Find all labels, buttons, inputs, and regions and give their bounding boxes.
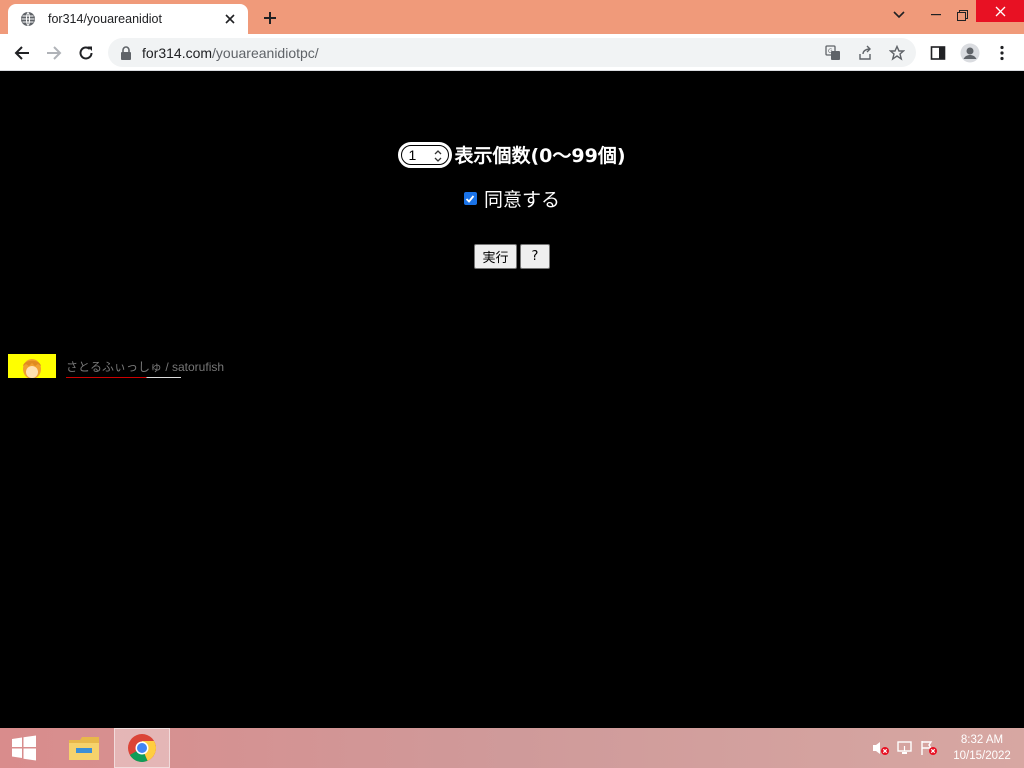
minimize-button[interactable] [924, 0, 948, 30]
svg-text:G: G [828, 48, 833, 55]
menu-kebab-icon[interactable] [988, 39, 1016, 67]
windows-start-icon[interactable] [0, 728, 48, 768]
profile-avatar[interactable] [956, 39, 984, 67]
count-value: 1 [408, 146, 417, 163]
button-row: 実行 ? [0, 244, 1024, 269]
agree-checkbox[interactable] [463, 192, 477, 205]
browser-tab[interactable]: for314/youareanidiot [8, 4, 248, 34]
chrome-taskbar-icon[interactable] [114, 728, 170, 768]
taskbar-clock[interactable]: 8:32 AM 10/15/2022 [944, 732, 1020, 764]
action-center-flag-icon[interactable] [920, 740, 938, 756]
volume-muted-icon[interactable] [872, 740, 890, 756]
globe-icon [20, 11, 36, 27]
browser-tabstrip: for314/youareanidiot [0, 0, 1024, 34]
author-name-link[interactable]: さとるふぃっしゅ / satorufish [66, 360, 224, 374]
forward-button[interactable] [40, 39, 68, 67]
close-tab-icon[interactable] [222, 11, 238, 27]
back-button[interactable] [8, 39, 36, 67]
help-button[interactable]: ? [520, 244, 550, 269]
tab-search-button[interactable] [886, 0, 912, 30]
clock-time: 8:32 AM [960, 734, 1004, 746]
url-path: /youareanidiotpc/ [212, 44, 319, 61]
page-content: 1 表示個数(0〜99個) 同意する 実行 ? さとるふぃっしゅ / sator… [0, 71, 1024, 728]
new-tab-button[interactable] [258, 7, 282, 29]
reload-button[interactable] [72, 39, 100, 67]
author-credit[interactable]: さとるふぃっしゅ / satorufish [8, 354, 224, 380]
restore-button[interactable] [950, 0, 974, 30]
windows-taskbar: 8:32 AM 10/15/2022 [0, 728, 1024, 768]
author-avatar [8, 354, 56, 378]
count-number-input[interactable]: 1 [398, 141, 453, 168]
address-bar[interactable]: for314.com/youareanidiotpc/ G [108, 38, 916, 67]
tab-title: for314/youareanidiot [48, 12, 162, 26]
close-window-button[interactable] [976, 0, 1024, 22]
agree-row: 同意する [0, 185, 1024, 212]
file-explorer-icon[interactable] [56, 728, 112, 768]
count-row: 1 表示個数(0〜99個) [0, 141, 1024, 168]
share-icon[interactable] [854, 43, 876, 63]
lock-icon[interactable] [120, 45, 134, 60]
translate-icon[interactable]: G [822, 43, 844, 63]
browser-toolbar: for314.com/youareanidiotpc/ G [0, 34, 1024, 71]
url-host: for314.com [142, 44, 213, 61]
run-button[interactable]: 実行 [474, 244, 517, 269]
agree-label[interactable]: 同意する [484, 185, 560, 212]
clock-date: 10/15/2022 [953, 750, 1011, 762]
side-panel-icon[interactable] [924, 39, 952, 67]
spinner-arrows-icon[interactable] [434, 149, 442, 163]
network-icon[interactable] [896, 740, 914, 756]
count-label: 表示個数(0〜99個) [454, 145, 626, 167]
bookmark-star-icon[interactable] [886, 43, 908, 63]
credit-underline [66, 377, 181, 378]
